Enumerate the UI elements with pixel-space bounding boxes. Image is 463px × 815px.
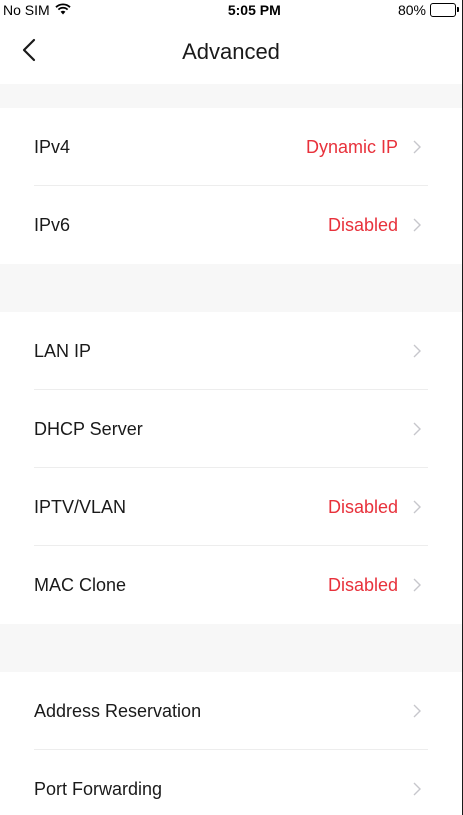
settings-group-nat: Address Reservation Port Forwarding	[0, 672, 462, 815]
row-label: IPv6	[34, 214, 71, 235]
row-lan-ip[interactable]: LAN IP	[0, 312, 462, 390]
carrier-text: No SIM	[3, 2, 50, 18]
row-value: Disabled	[327, 496, 398, 517]
battery-icon	[429, 3, 459, 17]
page-title: Advanced	[182, 39, 280, 64]
row-label: Address Reservation	[34, 700, 202, 721]
app-screen: No SIM 5:05 PM 80% Advanced IPv4 Dynamic…	[0, 0, 463, 815]
row-value: Dynamic IP	[305, 136, 398, 157]
row-port-forwarding[interactable]: Port Forwarding	[0, 750, 462, 815]
status-time: 5:05 PM	[227, 2, 281, 18]
row-label: IPTV/VLAN	[34, 496, 127, 517]
settings-group-lan: LAN IP DHCP Server IPTV/VLAN Disabled MA…	[0, 312, 462, 624]
chevron-right-icon	[412, 216, 422, 234]
row-label: DHCP Server	[34, 418, 143, 439]
row-label: LAN IP	[34, 340, 92, 361]
wifi-icon	[55, 2, 71, 18]
battery-percent: 80%	[397, 2, 426, 18]
row-iptv-vlan[interactable]: IPTV/VLAN Disabled	[0, 468, 462, 546]
row-ipv6[interactable]: IPv6 Disabled	[0, 186, 462, 264]
chevron-right-icon	[412, 780, 422, 798]
chevron-right-icon	[412, 702, 422, 720]
chevron-right-icon	[412, 498, 422, 516]
nav-bar: Advanced	[0, 20, 462, 84]
row-dhcp-server[interactable]: DHCP Server	[0, 390, 462, 468]
status-right: 80%	[397, 2, 459, 18]
section-spacer	[0, 264, 462, 312]
row-label: IPv4	[34, 136, 71, 157]
battery-tip	[456, 7, 459, 12]
row-value: Disabled	[327, 214, 398, 235]
chevron-right-icon	[412, 342, 422, 360]
chevron-left-icon	[22, 38, 36, 67]
row-label: MAC Clone	[34, 574, 127, 595]
section-spacer	[0, 84, 462, 108]
status-bar: No SIM 5:05 PM 80%	[0, 0, 462, 20]
row-mac-clone[interactable]: MAC Clone Disabled	[0, 546, 462, 624]
row-label: Port Forwarding	[34, 778, 163, 799]
back-button[interactable]	[22, 32, 62, 72]
row-address-reservation[interactable]: Address Reservation	[0, 672, 462, 750]
chevron-right-icon	[412, 576, 422, 594]
chevron-right-icon	[412, 138, 422, 156]
status-left: No SIM	[3, 2, 71, 18]
settings-group-wan: IPv4 Dynamic IP IPv6 Disabled	[0, 108, 462, 264]
chevron-right-icon	[412, 420, 422, 438]
row-value: Disabled	[327, 574, 398, 595]
row-ipv4[interactable]: IPv4 Dynamic IP	[0, 108, 462, 186]
section-spacer	[0, 624, 462, 672]
